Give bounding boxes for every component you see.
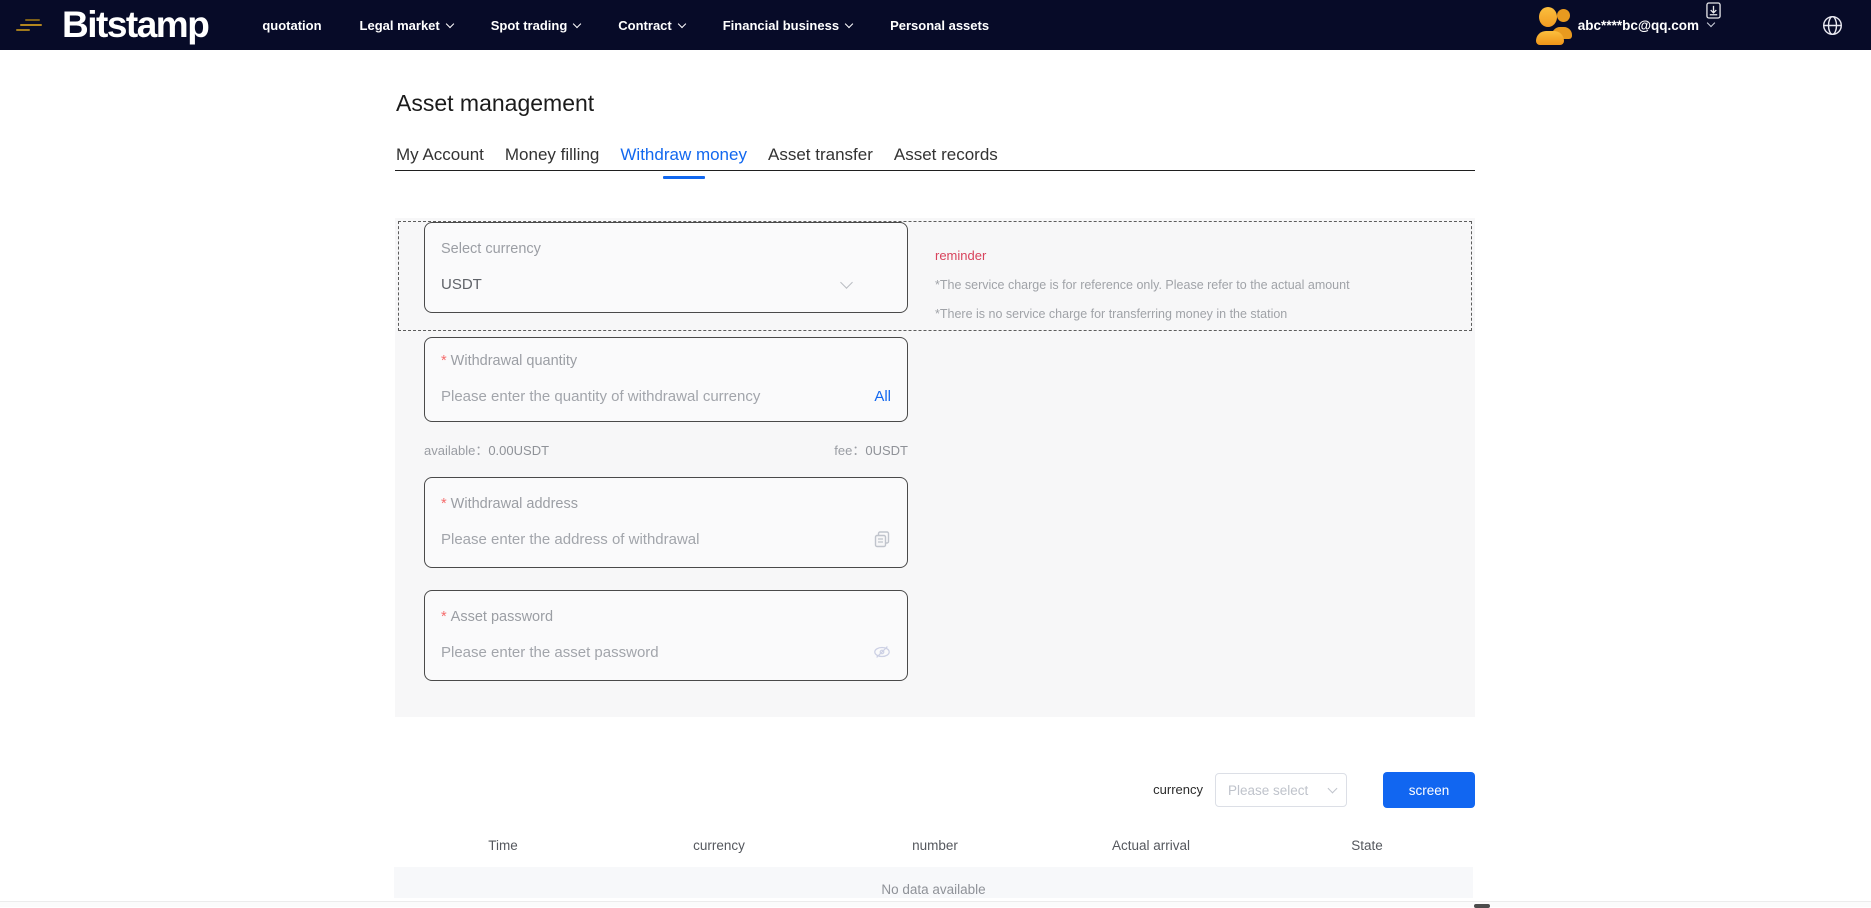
chevron-down-icon	[677, 19, 685, 27]
nav-item-financial-business[interactable]: Financial business	[723, 18, 852, 33]
currency-filter-placeholder: Please select	[1228, 783, 1329, 798]
tab-asset-records[interactable]: Asset records	[894, 145, 998, 169]
reminder-line: *There is no service charge for transfer…	[935, 307, 1350, 321]
nav-item-legal-market[interactable]: Legal market	[360, 18, 453, 33]
tab-my-account[interactable]: My Account	[396, 145, 484, 169]
select-currency-label: Select currency	[441, 241, 891, 257]
withdrawal-quantity-field: *Withdrawal quantity All	[424, 337, 908, 422]
nav-menu: quotation Legal market Spot trading Cont…	[262, 18, 989, 33]
screen-button[interactable]: screen	[1383, 772, 1475, 808]
column-header-state: State	[1259, 838, 1475, 853]
chevron-down-icon	[573, 19, 581, 27]
required-marker: *	[441, 353, 447, 369]
select-currency-field[interactable]: Select currency USDT	[424, 222, 908, 313]
top-nav-bar: Bitstamp quotation Legal market Spot tra…	[0, 0, 1871, 50]
user-email[interactable]: abc****bc@qq.com	[1578, 18, 1699, 33]
account-chevron-down-icon[interactable]	[1707, 19, 1715, 27]
select-currency-value[interactable]: USDT	[441, 276, 834, 293]
all-link[interactable]: All	[874, 388, 891, 405]
required-marker: *	[441, 496, 447, 512]
chevron-down-icon	[845, 19, 853, 27]
eye-off-icon[interactable]	[873, 643, 891, 661]
brand-logo[interactable]: Bitstamp	[62, 0, 208, 50]
empty-state-text: No data available	[881, 868, 985, 897]
tab-money-filling[interactable]: Money filling	[505, 145, 600, 169]
available-value: 0.00USDT	[488, 443, 549, 458]
required-marker: *	[441, 609, 447, 625]
fee-text: fee：0USDT	[834, 440, 908, 459]
scrollbar-thumb[interactable]	[1474, 904, 1490, 908]
available-text: available：0.00USDT	[424, 440, 549, 459]
withdrawal-quantity-input[interactable]	[441, 388, 866, 405]
reminder-line: *The service charge is for reference onl…	[935, 278, 1350, 292]
nav-item-contract[interactable]: Contract	[618, 18, 684, 33]
tab-asset-transfer[interactable]: Asset transfer	[768, 145, 873, 169]
asset-password-input[interactable]	[441, 644, 865, 661]
asset-password-field: *Asset password	[424, 590, 908, 681]
paste-copy-icon[interactable]	[873, 530, 891, 548]
chevron-down-icon	[445, 19, 453, 27]
reminder-block: reminder *The service charge is for refe…	[935, 248, 1350, 321]
reminder-title: reminder	[935, 248, 1350, 263]
nav-item-spot-trading[interactable]: Spot trading	[491, 18, 581, 33]
available-fee-row: available：0.00USDT fee：0USDT	[424, 440, 908, 459]
column-header-actual-arrival: Actual arrival	[1043, 838, 1259, 853]
horizontal-scrollbar[interactable]	[0, 901, 1871, 907]
column-header-currency: currency	[611, 838, 827, 853]
withdrawal-address-field: *Withdrawal address	[424, 477, 908, 568]
asset-password-label: *Asset password	[441, 609, 891, 625]
tabs-divider	[395, 170, 1475, 171]
user-avatar-icon[interactable]	[1536, 5, 1572, 45]
language-globe-icon[interactable]	[1822, 15, 1843, 36]
menu-hamburger-icon[interactable]	[16, 18, 42, 32]
currency-filter-select[interactable]: Please select	[1215, 773, 1347, 807]
download-icon[interactable]	[1706, 2, 1721, 19]
currency-filter-label: currency	[1153, 782, 1203, 797]
nav-item-personal-assets[interactable]: Personal assets	[890, 18, 989, 33]
column-header-time: Time	[395, 838, 611, 853]
records-table-header: Time currency number Actual arrival Stat…	[395, 838, 1475, 853]
chevron-down-icon[interactable]	[840, 276, 853, 289]
tab-withdraw-money[interactable]: Withdraw money	[620, 145, 747, 169]
withdrawal-address-input[interactable]	[441, 531, 865, 548]
nav-item-quotation[interactable]: quotation	[262, 18, 321, 33]
column-header-number: number	[827, 838, 1043, 853]
empty-state-row: No data available	[394, 867, 1473, 898]
fee-value: 0USDT	[865, 443, 908, 458]
records-filter-row: currency Please select screen	[395, 772, 1475, 808]
chevron-down-icon	[1328, 784, 1338, 794]
withdrawal-address-label: *Withdrawal address	[441, 496, 891, 512]
page-title: Asset management	[396, 90, 594, 117]
withdraw-form-panel: Select currency USDT reminder *The servi…	[395, 218, 1475, 717]
nav-right-cluster: abc****bc@qq.com	[1536, 0, 1871, 50]
tab-bar: My Account Money filling Withdraw money …	[396, 145, 998, 169]
withdrawal-quantity-label: *Withdrawal quantity	[441, 353, 891, 369]
